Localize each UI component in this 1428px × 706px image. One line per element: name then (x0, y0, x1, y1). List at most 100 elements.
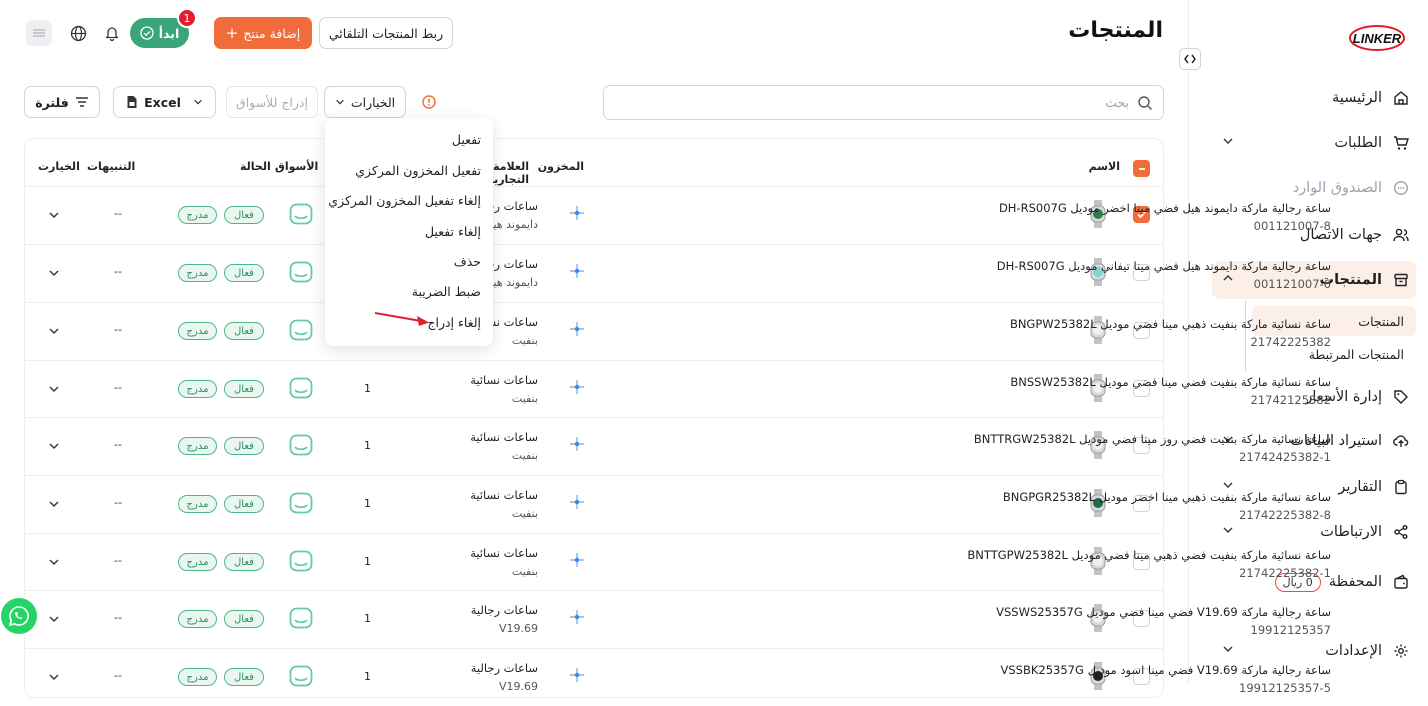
alerts-value: -- (114, 611, 122, 624)
menu-item-disable-central-stock[interactable]: إلغاء تفعيل المخزون المركزي (328, 193, 481, 208)
status-active-badge[interactable]: فعال (224, 322, 264, 340)
filter-button[interactable]: فلترة (24, 86, 100, 118)
menu-item-set-tax[interactable]: ضبط الضريبة (412, 284, 481, 299)
globe-icon[interactable] (67, 22, 89, 44)
sidebar-item-orders[interactable]: الطلبات (1212, 124, 1416, 162)
status-active-badge[interactable]: فعال (224, 437, 264, 455)
status-active-badge[interactable]: فعال (224, 553, 264, 571)
market-store-icon[interactable] (289, 492, 313, 514)
sidebar-toggle-button[interactable] (1179, 48, 1201, 70)
status-active-badge[interactable]: فعال (224, 264, 264, 282)
row-options-chevron-icon[interactable] (48, 671, 60, 683)
market-store-icon[interactable] (289, 434, 313, 456)
crosshair-icon[interactable] (569, 263, 585, 279)
row-options-chevron-icon[interactable] (48, 267, 60, 279)
crosshair-icon[interactable] (569, 205, 585, 221)
row-options-chevron-icon[interactable] (48, 556, 60, 568)
auto-link-products-button[interactable]: ربط المنتجات التلقائي (319, 17, 453, 49)
status-active-badge[interactable]: فعال (224, 668, 264, 686)
market-store-icon[interactable] (289, 319, 313, 341)
product-name[interactable]: ساعة نسائية ماركة بنفيت ذهبي مينا اخضر م… (1003, 490, 1331, 504)
badge-label: فعال (234, 613, 254, 625)
menu-item-enable-central-stock[interactable]: تفعيل المخزون المركزي (355, 163, 481, 178)
product-name[interactable]: ساعة نسائية ماركة بنفيت فضي مينا فضي مود… (1010, 375, 1331, 389)
product-sku: 19912125357-5 (1239, 681, 1331, 695)
users-icon (1390, 224, 1412, 246)
row-options-chevron-icon[interactable] (48, 325, 60, 337)
menu-item-unlist[interactable]: إلغاء إدراج (427, 315, 481, 330)
product-name[interactable]: ساعة رجالية ماركة V19.69 فضي مينا اسود م… (1001, 663, 1331, 677)
listed-badge[interactable]: مدرج (178, 206, 217, 224)
row-options-chevron-icon[interactable] (48, 209, 60, 221)
bell-icon[interactable] (101, 22, 123, 44)
crosshair-icon[interactable] (569, 609, 585, 625)
logo-text: LINKER (1353, 31, 1402, 46)
product-name[interactable]: ساعة نسائية ماركة بنفيت ذهبي مينا فضي مو… (1010, 317, 1331, 331)
listed-badge[interactable]: مدرج (178, 668, 217, 686)
row-options-chevron-icon[interactable] (48, 613, 60, 625)
status-active-badge[interactable]: فعال (224, 610, 264, 628)
badge-label: مدرج (186, 267, 209, 279)
layout-toggle-icon[interactable] (26, 20, 52, 46)
column-header-markets: الأسواق (275, 160, 319, 173)
market-store-icon[interactable] (289, 261, 313, 283)
product-name[interactable]: ساعة رجالية ماركة دايموند هيل فضي مينا ا… (999, 201, 1331, 215)
sidebar-item-label: الطلبات (1334, 135, 1382, 151)
badge-label: مدرج (186, 613, 209, 625)
sidebar-item-home[interactable]: الرئيسية (1212, 79, 1416, 117)
search-input[interactable] (634, 95, 1129, 110)
quantity-value: 1 (364, 612, 371, 625)
product-sku: 21742125382 (1250, 393, 1331, 407)
quantity-value: 1 (364, 555, 371, 568)
market-store-icon[interactable] (289, 203, 313, 225)
linker-logo[interactable]: LINKER (1348, 22, 1406, 58)
row-options-chevron-icon[interactable] (48, 440, 60, 452)
menu-item-delete[interactable]: حذف (454, 254, 481, 269)
listed-badge[interactable]: مدرج (178, 553, 217, 571)
row-options-chevron-icon[interactable] (48, 498, 60, 510)
crosshair-icon[interactable] (569, 667, 585, 683)
product-name[interactable]: ساعة نسائية ماركة بنفيت فضي روز مينا فضي… (974, 432, 1331, 446)
menu-item-activate[interactable]: تفعيل (452, 132, 481, 147)
listed-badge[interactable]: مدرج (178, 495, 217, 513)
crosshair-icon[interactable] (569, 552, 585, 568)
excel-dropdown-button[interactable]: Excel (113, 86, 216, 118)
brand-name: بنفيت (511, 334, 538, 347)
whatsapp-icon[interactable] (1, 598, 37, 634)
listed-badge[interactable]: مدرج (178, 610, 217, 628)
brand-category: ساعات رجالية (470, 661, 538, 675)
options-dropdown-button[interactable]: الخيارات (324, 86, 406, 118)
market-store-icon[interactable] (289, 607, 313, 629)
button-label: إضافة منتج (243, 25, 301, 41)
row-options-chevron-icon[interactable] (48, 383, 60, 395)
market-store-icon[interactable] (289, 377, 313, 399)
search-box[interactable] (603, 85, 1164, 120)
listed-badge[interactable]: مدرج (178, 322, 217, 340)
crosshair-icon[interactable] (569, 379, 585, 395)
brand-category: ساعات نسائية (470, 546, 538, 560)
crosshair-icon[interactable] (569, 436, 585, 452)
status-active-badge[interactable]: فعال (224, 206, 264, 224)
alerts-value: -- (114, 496, 122, 509)
product-name[interactable]: ساعة رجالية ماركة V19.69 فضي مينا فضي مو… (996, 605, 1331, 619)
quantity-value: 1 (364, 439, 371, 452)
product-name[interactable]: ساعة رجالية ماركة دايموند هيل فضي مينا ت… (997, 259, 1331, 273)
column-header-status: الحالة (240, 160, 271, 173)
product-name[interactable]: ساعة نسائية ماركة بنفيت فضي ذهبي مينا فض… (967, 548, 1331, 562)
market-store-icon[interactable] (289, 550, 313, 572)
badge-label: فعال (234, 671, 254, 683)
listed-badge[interactable]: مدرج (178, 264, 217, 282)
listed-badge[interactable]: مدرج (178, 437, 217, 455)
listed-badge[interactable]: مدرج (178, 380, 217, 398)
crosshair-icon[interactable] (569, 494, 585, 510)
status-active-badge[interactable]: فعال (224, 380, 264, 398)
status-active-badge[interactable]: فعال (224, 495, 264, 513)
select-all-checkbox[interactable] (1133, 160, 1150, 177)
alerts-value: -- (114, 207, 122, 220)
alerts-value: -- (114, 554, 122, 567)
crosshair-icon[interactable] (569, 321, 585, 337)
menu-item-deactivate[interactable]: إلغاء تفعيل (425, 224, 481, 239)
add-product-button[interactable]: + إضافة منتج (214, 17, 312, 49)
list-to-markets-button[interactable]: إدراج للأسواق (226, 86, 318, 118)
chevron-down-icon (1223, 138, 1233, 144)
